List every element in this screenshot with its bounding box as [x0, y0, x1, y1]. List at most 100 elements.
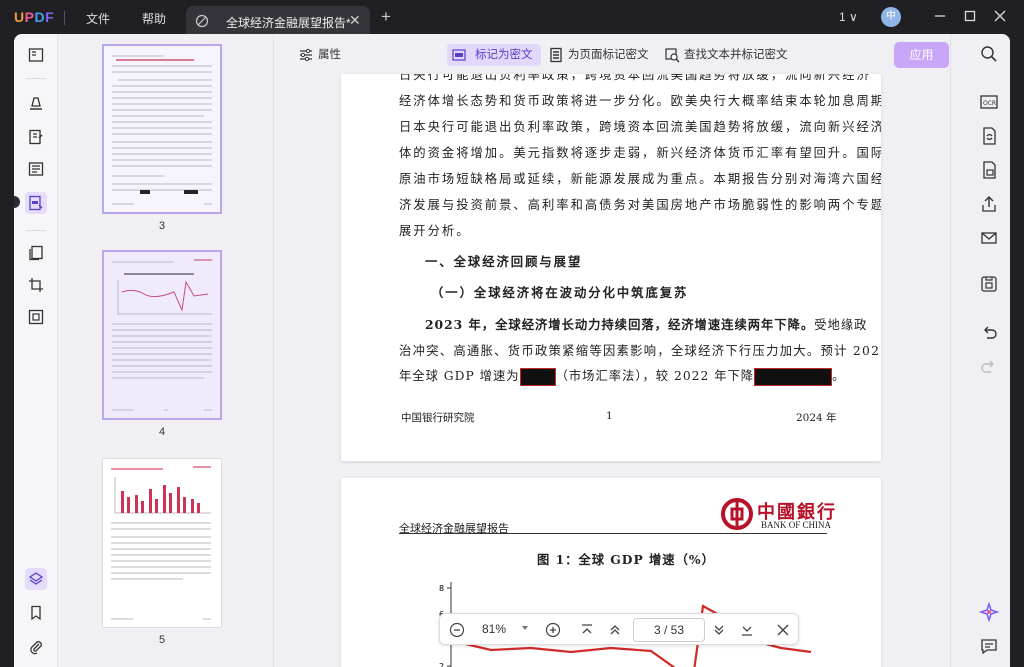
page-preview: [111, 466, 211, 620]
pages-icon: [29, 245, 43, 261]
redact-tool-button[interactable]: [25, 192, 47, 214]
paperclip-icon: [30, 641, 42, 655]
right-toolbar: OCR: [950, 34, 1010, 667]
menu-file[interactable]: 文件: [86, 10, 110, 27]
redact-mark-icon: [452, 49, 466, 61]
thumbnail-label: 5: [158, 634, 166, 646]
attachment-button[interactable]: [25, 636, 47, 658]
first-page-icon[interactable]: [578, 621, 596, 639]
redo-icon[interactable]: [979, 356, 999, 376]
text-line: 经济体增长态势和货币政策将进一步分化。欧美央行大概率结束本轮加息周期，: [399, 94, 881, 108]
close-window-icon[interactable]: [992, 8, 1008, 24]
protect-icon[interactable]: [979, 160, 999, 180]
minimize-icon[interactable]: [932, 8, 948, 24]
ai-assistant-icon[interactable]: [979, 602, 999, 622]
avatar[interactable]: 中: [881, 7, 901, 27]
page-number-input[interactable]: 3 / 53: [633, 618, 705, 642]
add-tab-icon[interactable]: +: [381, 7, 391, 27]
zoom-in-icon[interactable]: [544, 621, 562, 639]
text-line: 原油市场短缺格局或延续，新能源发展成为重点。本期报告分别对海湾六国经: [399, 172, 881, 186]
zoom-level[interactable]: 81%: [482, 622, 506, 636]
page-preview: [104, 46, 220, 212]
maximize-icon[interactable]: [962, 8, 978, 24]
comment-tool-button[interactable]: [25, 92, 47, 114]
bold-sentence: 2023 年，全球经济增长动力持续回落，经济增速连续两年下降。: [425, 317, 815, 332]
share-icon[interactable]: [979, 194, 999, 214]
text-line: 日央行可能退出负利率政策，跨境资本回流美国趋势将放缓，流向新兴经济: [399, 74, 871, 82]
zoom-dropdown-icon[interactable]: [520, 623, 530, 633]
document-tab[interactable]: 全球经济金融展望报告* ✕: [186, 6, 370, 36]
next-page-icon[interactable]: [710, 621, 728, 639]
paragraph-line: 2023 年，全球经济增长动力持续回落，经济增速连续两年下降。受地缘政: [425, 317, 868, 332]
sliders-icon: [300, 48, 312, 62]
tab-title: 全球经济金融展望报告*: [226, 16, 351, 30]
pdf-page-1: 日央行可能退出负利率政策，跨境资本回流美国趋势将放缓，流向新兴经济 经济体增长态…: [341, 74, 881, 461]
text-line: 体的资金将增加。美元指数将逐步走弱，新兴经济体货币汇率有望回升。国际: [399, 146, 881, 160]
undo-icon[interactable]: [979, 322, 999, 342]
layers-icon: [28, 572, 44, 585]
properties-button[interactable]: 属性: [294, 44, 341, 66]
thumbnail-page-5[interactable]: [102, 458, 222, 628]
edit-tool-button[interactable]: [25, 126, 47, 148]
convert-icon[interactable]: [979, 126, 999, 146]
apply-button[interactable]: 应用: [894, 42, 949, 68]
thumbnail-panel: 3 4 5: [58, 34, 274, 667]
email-icon[interactable]: [979, 228, 999, 248]
reader-mode-button[interactable]: [25, 44, 47, 66]
search-icon[interactable]: [979, 44, 999, 64]
thumbnail-label: 4: [158, 426, 166, 438]
find-redact-icon: [665, 48, 680, 63]
thumbnail-label: 3: [158, 220, 166, 232]
app-logo: UPDF: [14, 9, 55, 25]
title-bar: UPDF 文件 帮助 全球经济金融展望报告* ✕ + 1 ∨ 中: [0, 0, 1024, 36]
window-count[interactable]: 1 ∨: [839, 10, 858, 24]
organize-pages-button[interactable]: [25, 242, 47, 264]
comment-icon[interactable]: [979, 636, 999, 656]
thumbnail-page-3[interactable]: [102, 44, 222, 214]
close-zoom-bar-icon[interactable]: [774, 621, 792, 639]
footer-page-number: 1: [606, 410, 613, 422]
layers-button[interactable]: [25, 568, 47, 590]
document-viewer: 属性 标记为密文 为页面标记密文 查找文本并标记密文 日央行可能退出负利率政策，…: [274, 34, 950, 667]
divider: [26, 230, 46, 231]
crop-tool-button[interactable]: [25, 274, 47, 296]
text-line: 济发展与投资前景、高利率和高债务对美国房地产市场脆弱性的影响两个专题: [399, 198, 881, 212]
bank-name-en: BANK OF CHINA: [761, 520, 832, 530]
footer-right: 2024 年: [796, 412, 837, 424]
text-line: 展开分析。: [399, 224, 471, 238]
main-area: 3 4 5 属性 标记为密文 为页面标记密文 查找文本并标记密文 日央行可能退出…: [14, 34, 1010, 667]
subsection-heading: （一）全球经济将在波动分化中筑底复苏: [431, 285, 689, 300]
zoom-out-icon[interactable]: [448, 621, 466, 639]
ocr-icon[interactable]: OCR: [979, 92, 999, 112]
divider: [26, 78, 46, 79]
menu-help[interactable]: 帮助: [142, 10, 166, 27]
redaction-mark[interactable]: [754, 367, 833, 386]
figure-title: 图 1：全球 GDP 增速（%）: [537, 552, 715, 567]
form-icon: [28, 162, 44, 176]
edit-pdf-icon: [29, 129, 43, 145]
svg-text:OCR: OCR: [983, 100, 996, 107]
footer-left: 中国银行研究院: [401, 412, 475, 424]
redaction-toolbar: 属性 标记为密文 为页面标记密文 查找文本并标记密文: [274, 34, 950, 74]
close-tab-icon[interactable]: ✕: [349, 12, 361, 29]
redaction-mark[interactable]: [519, 367, 556, 386]
y-tick: 8: [439, 584, 444, 593]
form-tool-button[interactable]: [25, 158, 47, 180]
previous-page-icon[interactable]: [606, 621, 624, 639]
last-page-icon[interactable]: [738, 621, 756, 639]
find-text-redact-button[interactable]: 查找文本并标记密文: [660, 44, 788, 66]
document-icon: [195, 14, 209, 28]
watermark-tool-button[interactable]: [25, 306, 47, 328]
paragraph-line: 年全球 GDP 增速为 （市场汇率法），较 2022 年下降。: [399, 366, 845, 386]
crop-icon: [29, 278, 43, 292]
bookmark-button[interactable]: [25, 602, 47, 624]
page-redact-icon: [550, 47, 562, 63]
text-line: 日本央行可能退出负利率政策，跨境资本回流美国趋势将放缓，流向新兴经济: [399, 120, 881, 134]
mark-redaction-button[interactable]: 标记为密文: [447, 44, 541, 66]
thumbnail-page-4[interactable]: [102, 250, 222, 420]
save-icon[interactable]: [979, 274, 999, 294]
y-tick: 2: [439, 662, 444, 667]
left-toolbar: [14, 34, 58, 667]
mark-page-redaction-button[interactable]: 为页面标记密文: [544, 44, 649, 66]
zoom-toolbar: 81% 3 / 53: [439, 613, 799, 645]
